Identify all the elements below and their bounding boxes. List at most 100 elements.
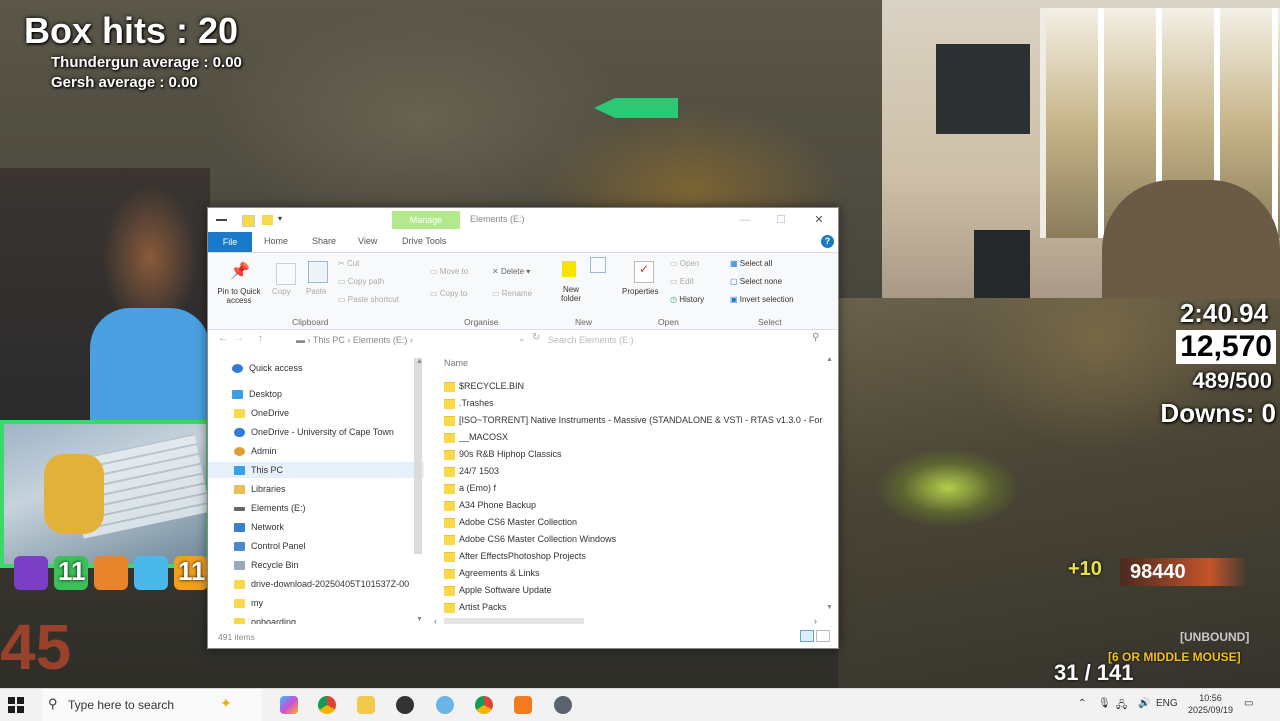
- scroll-down-icon[interactable]: ▼: [826, 604, 833, 611]
- notifications-icon[interactable]: ▭: [1244, 698, 1253, 709]
- new-item-icon[interactable]: [590, 257, 606, 273]
- breadcrumb-this-pc[interactable]: This PC: [313, 335, 345, 345]
- clock-date: 2025/09/19: [1188, 705, 1234, 715]
- history-button[interactable]: ◷ History: [670, 295, 704, 304]
- list-item[interactable]: [ISO~TORRENT] Native Instruments - Massi…: [444, 412, 824, 428]
- microphone-icon[interactable]: 🎙: [1098, 698, 1111, 709]
- list-item[interactable]: .Trashes: [444, 395, 824, 411]
- list-item[interactable]: 24/7 1503: [444, 463, 824, 479]
- nav-item-onedrive[interactable]: OneDrive: [234, 405, 289, 421]
- scroll-up-icon[interactable]: ▲: [826, 356, 833, 363]
- column-header-name[interactable]: Name: [444, 358, 468, 368]
- select-none-button[interactable]: ▢ Select none: [730, 277, 782, 286]
- windows-start-icon[interactable]: [8, 697, 24, 713]
- network-tray-icon[interactable]: 🖧: [1116, 698, 1127, 715]
- scroll-right-icon[interactable]: ›: [814, 616, 817, 626]
- snipping-tool-icon[interactable]: [436, 696, 454, 714]
- list-item[interactable]: __MACOSX: [444, 429, 824, 445]
- volume-icon[interactable]: 🔊: [1138, 698, 1150, 709]
- steam-icon[interactable]: [396, 696, 414, 714]
- list-item[interactable]: Artist Packs: [444, 599, 824, 615]
- select-all-button[interactable]: ▦ Select all: [730, 259, 772, 268]
- nav-item-control-panel[interactable]: Control Panel: [234, 538, 306, 554]
- open-button[interactable]: ▭ Open: [670, 259, 699, 268]
- properties-quick-icon[interactable]: [242, 215, 255, 227]
- copy-to-button[interactable]: ▭ Copy to: [430, 289, 467, 298]
- nav-scrollbar[interactable]: [414, 358, 422, 554]
- copilot-icon[interactable]: [280, 696, 298, 714]
- paste-shortcut-button[interactable]: ▭ Paste shortcut: [338, 295, 399, 304]
- file-explorer-icon[interactable]: [357, 696, 375, 714]
- breadcrumb[interactable]: ▬ › This PC › Elements (E:) ›: [296, 332, 526, 349]
- list-item[interactable]: $RECYCLE.BIN: [444, 378, 824, 394]
- list-item[interactable]: A34 Phone Backup: [444, 497, 824, 513]
- help-icon[interactable]: ?: [821, 235, 834, 248]
- nav-item-quick-access[interactable]: Quick access: [232, 360, 303, 376]
- invert-selection-button[interactable]: ▣ Invert selection: [730, 295, 794, 304]
- search-input[interactable]: Search Elements (E:): [548, 332, 828, 349]
- tab-home[interactable]: Home: [264, 236, 288, 246]
- tab-view[interactable]: View: [358, 236, 377, 246]
- edit-button[interactable]: ▭ Edit: [670, 277, 694, 286]
- large-icons-view-icon[interactable]: [816, 630, 830, 642]
- maximize-button[interactable]: ☐: [766, 210, 796, 230]
- up-arrow-icon[interactable]: ↑: [258, 333, 263, 344]
- copy-button[interactable]: Copy: [272, 287, 291, 296]
- quick-access-dropdown-icon[interactable]: ▾: [278, 214, 282, 223]
- nav-item-my[interactable]: my: [234, 595, 263, 611]
- delete-button[interactable]: ✕ Delete ▾: [492, 267, 530, 276]
- refresh-icon[interactable]: ↻: [532, 332, 540, 343]
- scroll-left-icon[interactable]: ‹: [434, 616, 437, 626]
- close-button[interactable]: ✕: [804, 210, 834, 230]
- language-indicator[interactable]: ENG: [1156, 698, 1178, 709]
- cut-button[interactable]: ✂ Cut: [338, 259, 359, 268]
- pin-to-quick-access-button[interactable]: Pin to Quick access: [214, 287, 264, 305]
- scroll-down-icon[interactable]: ▼: [416, 616, 423, 623]
- list-item[interactable]: Adobe CS6 Master Collection Windows: [444, 531, 824, 547]
- address-dropdown-icon[interactable]: ⌄: [518, 333, 526, 344]
- tab-share[interactable]: Share: [312, 236, 336, 246]
- clock[interactable]: 10:56 2025/09/19: [1188, 692, 1233, 716]
- nav-item-network[interactable]: Network: [234, 519, 284, 535]
- details-view-icon[interactable]: [800, 630, 814, 642]
- manage-tab[interactable]: Manage: [392, 211, 460, 229]
- copy-path-button[interactable]: ▭ Copy path: [338, 277, 384, 286]
- perk-icon: [134, 556, 168, 590]
- nav-item-onboarding[interactable]: onboarding: [234, 614, 296, 624]
- nav-item-elements-drive[interactable]: Elements (E:): [234, 500, 306, 516]
- scroll-up-icon[interactable]: ▲: [416, 358, 423, 365]
- new-folder-quick-icon[interactable]: [262, 215, 273, 225]
- pdf-app-icon[interactable]: [514, 696, 532, 714]
- back-arrow-icon[interactable]: ←: [218, 333, 228, 344]
- list-item[interactable]: Agreements & Links: [444, 565, 824, 581]
- breadcrumb-drive[interactable]: Elements (E:): [353, 335, 408, 345]
- list-item[interactable]: After EffectsPhotoshop Projects: [444, 548, 824, 564]
- rename-button[interactable]: ▭ Rename: [492, 289, 532, 298]
- nav-item-admin[interactable]: Admin: [234, 443, 277, 459]
- forward-arrow-icon[interactable]: →: [234, 333, 244, 344]
- tab-drive-tools[interactable]: Drive Tools: [402, 236, 446, 246]
- nav-item-this-pc[interactable]: This PC: [208, 462, 424, 478]
- nav-item-drive-download[interactable]: drive-download-20250405T101537Z-00: [234, 576, 409, 592]
- list-item[interactable]: Apple Software Update: [444, 582, 824, 598]
- chrome-profile-icon[interactable]: [475, 696, 493, 714]
- properties-button[interactable]: Properties: [622, 287, 658, 296]
- move-to-button[interactable]: ▭ Move to: [430, 267, 468, 276]
- obs-icon[interactable]: [554, 696, 572, 714]
- list-item[interactable]: 90s R&B Hiphop Classics: [444, 446, 824, 462]
- nav-item-onedrive-uct[interactable]: OneDrive - University of Cape Town: [234, 424, 394, 440]
- nav-item-desktop[interactable]: Desktop: [232, 386, 282, 402]
- taskbar-search[interactable]: ⚲ Type here to search ✦: [42, 689, 262, 721]
- list-item[interactable]: Adobe CS6 Master Collection: [444, 514, 824, 530]
- horizontal-scrollbar[interactable]: [444, 618, 584, 624]
- list-item[interactable]: a (Emo) f: [444, 480, 824, 496]
- nav-item-libraries[interactable]: Libraries: [234, 481, 286, 497]
- search-icon: ⚲: [812, 332, 820, 343]
- tab-file[interactable]: File: [208, 232, 252, 252]
- new-folder-button[interactable]: New folder: [556, 285, 586, 303]
- chrome-icon[interactable]: [318, 696, 336, 714]
- nav-item-recycle-bin[interactable]: Recycle Bin: [234, 557, 299, 573]
- show-hidden-icons[interactable]: ⌃: [1078, 698, 1086, 709]
- minimize-button[interactable]: —: [730, 210, 760, 230]
- paste-button[interactable]: Paste: [306, 287, 326, 296]
